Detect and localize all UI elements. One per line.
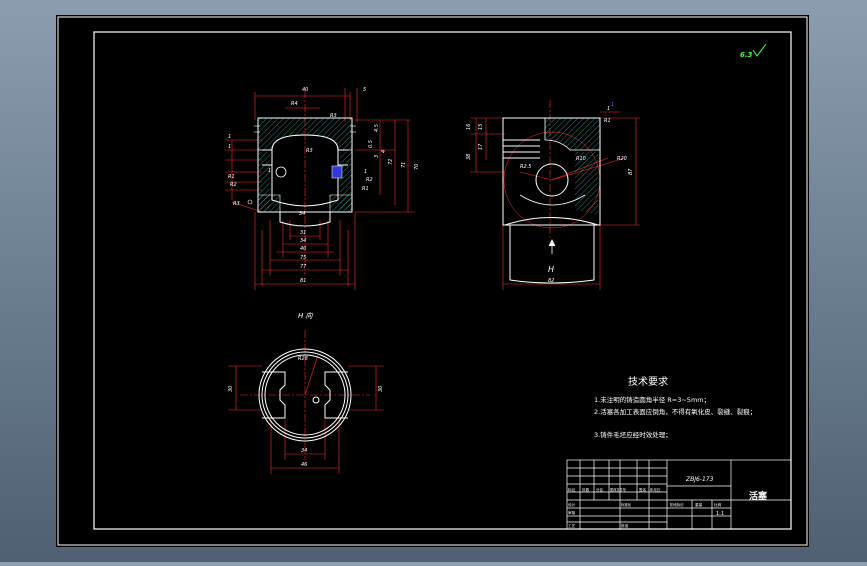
dim-label: 30 [378,386,384,392]
dim-label: R2.5 [520,164,531,170]
dim-label: 46 [301,462,307,468]
dim-label: R3 [330,113,337,119]
dim-label: 40 [302,87,308,93]
title-label: 更改文件号 [610,487,626,492]
dim-label: R4 [291,101,298,107]
dim-label: 1 [607,106,610,112]
dim-label: 15 [478,124,484,130]
dim-label: 3 [374,155,380,158]
dim-label: 4.5 [374,124,380,132]
dim-label: 34 [299,211,305,217]
title-label: 标记 [568,487,576,492]
dim-label: 34 [301,448,307,454]
dim-label: 1 [228,134,231,140]
dim-label: 1 [268,168,271,174]
dim-label: R3 [233,201,240,207]
section-marker: H [548,265,554,274]
title-label: 设计 [568,502,576,507]
part-number: ZBJ6-173 [685,476,714,483]
dim-label: 70 [414,164,420,170]
title-label: 比例 [714,502,722,507]
dim-label: R10 [576,156,586,162]
title-label: 审核 [568,510,576,515]
title-label: 重量 [695,502,703,507]
dim-label: 31 [300,230,306,236]
dim-label: 5 [363,87,366,93]
tech-title: 技术要求 [628,375,668,388]
dim-label: 38 [466,154,472,160]
dim-label: R1 [604,118,611,124]
title-label: 阶段标记 [670,502,684,507]
title-label: 签名 [639,487,647,492]
dim-label: 30 [228,386,234,392]
view-label: H 向 [298,312,313,320]
dim-label: 77 [300,264,307,270]
part-name: 活塞 [749,490,768,502]
dim-label: 4 [381,150,387,153]
dim-label: 1 [228,144,231,150]
dim-label: 0.5 [368,140,374,148]
dim-label: R2 [366,177,373,183]
dim-label: 87 [628,168,634,175]
title-label: 批准 [621,523,629,528]
dim-label: R3 [306,148,313,154]
cad-viewport: 6.3 40 5 R4 R3 1 1 R3 4.5 0.5 4 3 72 71 … [0,0,867,562]
tech-item: 3.铸件毛坯应经时效处理； [594,430,672,439]
drawing-canvas: 6.3 40 5 R4 R3 1 1 R3 4.5 0.5 4 3 72 71 … [56,15,809,547]
pin-boss-right [331,165,343,179]
section-marker-top: 1 [611,102,614,108]
dim-label: R1 [228,174,235,180]
dim-label: 72 [388,159,394,165]
dim-label: 1 [364,169,367,175]
dim-label: 16 [466,124,472,130]
roughness-value: 6.3 [740,51,753,59]
dim-label: R2 [230,182,237,188]
dim-label: 82 [548,278,554,284]
dim-label: 75 [300,255,306,261]
dim-label: 40 [300,246,306,252]
dim-label: 81 [300,278,306,284]
title-label: 工艺 [568,523,576,528]
title-label: 分区 [596,487,604,492]
dim-label: 34 [300,238,306,244]
dim-label: 17 [478,143,484,150]
title-label: 处数 [582,487,590,492]
tech-item: 2.活塞各加工表面应倒角，不得有氧化皮、裂缝、裂痕； [594,407,756,416]
title-label: 年月日 [650,487,660,492]
dim-label: 71 [401,162,407,168]
title-label: 标准化 [621,502,632,507]
drawing-sheet [56,15,809,547]
dim-label: R20 [617,156,627,162]
tech-item: 1.未注明的铸造圆角半径 R=3~5mm； [594,395,710,404]
scale-value: 1:1 [716,511,724,517]
dim-label: R1 [362,186,369,192]
dim-label: R28 [298,356,308,362]
